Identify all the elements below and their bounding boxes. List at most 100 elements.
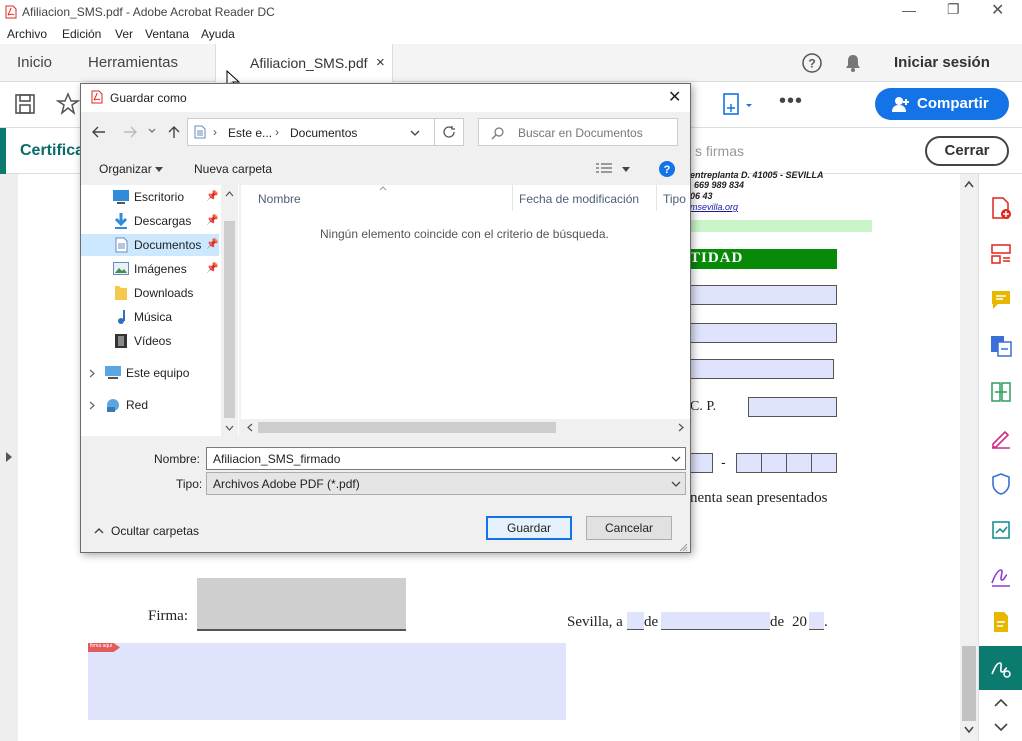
- search-box[interactable]: Buscar en Documentos: [478, 118, 678, 146]
- file-list[interactable]: Nombre Fecha de modificación Tipo Ningún…: [241, 185, 690, 436]
- nav-item-este-equipo[interactable]: Este equipo: [81, 362, 219, 384]
- tab-home[interactable]: Inicio: [17, 54, 52, 71]
- organize-menu[interactable]: Organizar: [99, 162, 152, 176]
- pdf-field-1[interactable]: [690, 285, 837, 305]
- breadcrumb-documents[interactable]: Documentos: [290, 126, 357, 140]
- nav-item-red[interactable]: Red: [81, 394, 219, 416]
- tab-tools[interactable]: Herramientas: [88, 54, 178, 71]
- recent-dropdown-icon[interactable]: [148, 128, 156, 134]
- close-tool-button[interactable]: Cerrar: [925, 136, 1009, 166]
- expand-chevron-icon[interactable]: [89, 401, 95, 410]
- page-scrollbar[interactable]: [960, 174, 978, 741]
- pdf-web[interactable]: msevilla.org: [690, 202, 738, 212]
- filename-dropdown-icon[interactable]: [671, 456, 681, 463]
- scroll-up-icon[interactable]: [964, 180, 974, 188]
- menu-ver[interactable]: Ver: [115, 27, 133, 41]
- hide-folders-button[interactable]: Ocultar carpetas: [111, 524, 199, 538]
- save-icon[interactable]: [14, 93, 36, 115]
- type-select[interactable]: Archivos Adobe PDF (*.pdf): [206, 472, 686, 495]
- signin-link[interactable]: Iniciar sesión: [894, 54, 990, 71]
- nav-item-videos[interactable]: Vídeos: [81, 330, 219, 352]
- column-type[interactable]: Tipo: [663, 192, 686, 206]
- nav-item-documentos[interactable]: Documentos 📌: [81, 234, 219, 256]
- type-dropdown-icon[interactable]: [671, 481, 681, 488]
- nav-scroll-thumb[interactable]: [224, 221, 235, 418]
- column-date-modified[interactable]: Fecha de modificación: [519, 192, 639, 206]
- edit-pdf-icon[interactable]: [989, 518, 1013, 542]
- view-dropdown-icon[interactable]: [622, 167, 630, 172]
- nav-item-imagenes[interactable]: Imágenes 📌: [81, 258, 219, 280]
- menu-edicion[interactable]: Edición: [62, 27, 101, 41]
- restore-icon[interactable]: ❐: [947, 1, 960, 18]
- nav-scroll-down-icon[interactable]: [225, 425, 234, 431]
- menu-archivo[interactable]: Archivo: [7, 27, 47, 41]
- address-dropdown-icon[interactable]: [410, 130, 420, 137]
- scroll-down-icon[interactable]: [964, 726, 974, 734]
- nav-item-musica[interactable]: Música: [81, 306, 219, 328]
- left-panel-toggle[interactable]: [0, 174, 18, 741]
- menu-ventana[interactable]: Ventana: [145, 27, 189, 41]
- help-icon[interactable]: ?: [801, 52, 823, 74]
- create-pdf-icon[interactable]: [989, 196, 1013, 220]
- bell-icon[interactable]: [844, 53, 862, 73]
- breadcrumb-this-pc[interactable]: Este e...: [228, 126, 272, 140]
- hscroll-right-icon[interactable]: [678, 423, 684, 432]
- pane-up-icon[interactable]: [994, 698, 1008, 708]
- tab-document[interactable]: Afiliacion_SMS.pdf ×: [215, 44, 393, 82]
- nav-item-descargas[interactable]: Descargas 📌: [81, 210, 219, 232]
- nav-scrollbar[interactable]: [221, 185, 238, 436]
- minimize-icon[interactable]: —: [902, 2, 916, 18]
- expand-chevron-icon[interactable]: [89, 369, 95, 378]
- resize-grip-icon[interactable]: [678, 542, 688, 552]
- tab-close-icon[interactable]: ×: [376, 54, 385, 71]
- certificates-tool-active[interactable]: [979, 646, 1022, 690]
- star-icon[interactable]: [56, 92, 80, 116]
- pdf-large-field[interactable]: [88, 643, 566, 720]
- menu-ayuda[interactable]: Ayuda: [201, 27, 235, 41]
- more-icon[interactable]: •••: [779, 90, 803, 113]
- horizontal-scrollbar[interactable]: [241, 419, 690, 436]
- pdf-field-5[interactable]: [736, 453, 837, 473]
- view-options-icon[interactable]: [595, 162, 613, 176]
- pdf-cp-field[interactable]: [748, 397, 837, 417]
- pdf-sign-badge[interactable]: firma aqui: [88, 643, 120, 652]
- organize-pages-icon[interactable]: [989, 242, 1013, 266]
- pdf-day-field[interactable]: [627, 612, 644, 630]
- pane-down-icon[interactable]: [994, 722, 1008, 732]
- hscroll-thumb[interactable]: [258, 422, 556, 433]
- nav-item-downloads[interactable]: Downloads: [81, 282, 219, 304]
- cancel-button[interactable]: Cancelar: [586, 516, 672, 540]
- share-button[interactable]: Compartir: [875, 88, 1009, 120]
- save-button[interactable]: Guardar: [486, 516, 572, 540]
- address-bar[interactable]: › Este e... › Documentos: [187, 118, 435, 146]
- dialog-close-icon[interactable]: ✕: [668, 87, 681, 107]
- compare-icon[interactable]: [989, 380, 1013, 404]
- new-folder-button[interactable]: Nueva carpeta: [194, 162, 272, 176]
- pdf-field-2[interactable]: [690, 323, 837, 343]
- navigation-pane[interactable]: Escritorio 📌 Descargas 📌 Documentos 📌 Im…: [81, 185, 239, 436]
- up-arrow-icon[interactable]: [168, 125, 180, 139]
- pdf-year-field[interactable]: [809, 612, 824, 630]
- window-close-icon[interactable]: ✕: [991, 0, 1004, 20]
- nav-scroll-up-icon[interactable]: [225, 191, 234, 197]
- fill-sign-icon[interactable]: [989, 426, 1013, 450]
- protect-icon[interactable]: [989, 472, 1013, 496]
- column-name[interactable]: Nombre: [258, 192, 301, 206]
- pdf-field-4[interactable]: [690, 453, 713, 473]
- collapse-chevron-icon[interactable]: [94, 527, 104, 534]
- scroll-thumb[interactable]: [962, 646, 976, 721]
- request-signature-icon[interactable]: [989, 564, 1013, 588]
- pdf-signature-box[interactable]: [197, 578, 406, 631]
- forward-arrow-icon[interactable]: [123, 126, 137, 138]
- back-arrow-icon[interactable]: [92, 126, 106, 138]
- dialog-help-icon[interactable]: ?: [658, 160, 676, 178]
- pdf-month-field[interactable]: [661, 612, 770, 630]
- export-pdf-icon[interactable]: [989, 334, 1013, 358]
- nav-item-escritorio[interactable]: Escritorio 📌: [81, 186, 219, 208]
- pdf-field-3[interactable]: [690, 359, 834, 379]
- prepare-form-icon[interactable]: [989, 610, 1013, 634]
- hscroll-left-icon[interactable]: [247, 423, 253, 432]
- comment-icon[interactable]: [989, 288, 1013, 312]
- page-fit-icon[interactable]: [722, 92, 756, 118]
- filename-field[interactable]: Afiliacion_SMS_firmado: [206, 447, 686, 470]
